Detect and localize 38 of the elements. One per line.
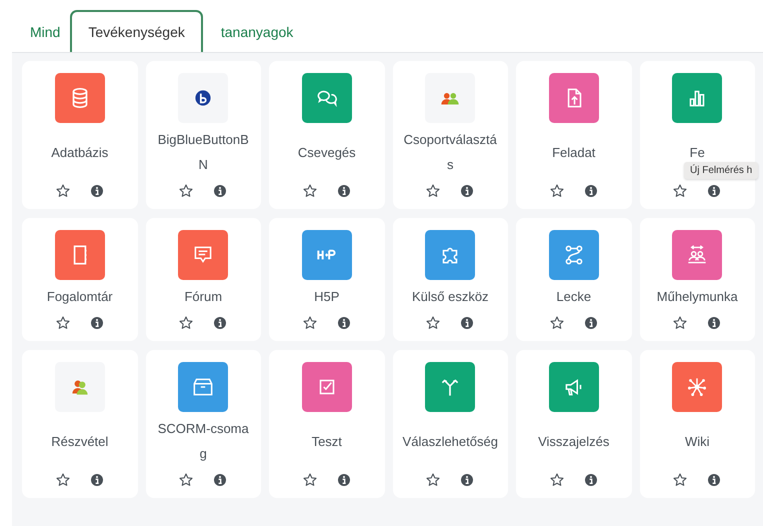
activity-card[interactable]: Feladat [516,61,632,209]
activity-name: Fe [690,144,705,162]
activity-name: Feladat [552,144,596,162]
activity-name: Visszajelzés [538,432,610,451]
activity-card[interactable]: Részvétel [22,350,138,498]
activity-card[interactable]: Wiki [640,350,755,498]
activity-name: Külső eszköz [412,288,489,306]
activity-card[interactable]: Adatbázis [22,61,138,209]
tooltip: Új Felmérés h [684,162,758,179]
activity-card[interactable]: Fórum [146,218,261,341]
activity-card[interactable]: Csevegés [269,61,384,209]
activity-name: Fogalomtár [46,288,113,306]
activity-name: BigBlueButtonBN [156,131,250,174]
activity-name: Részvétel [51,432,108,450]
activity-card[interactable]: Fogalomtár [22,218,138,341]
activity-name: Csevegés [298,144,356,162]
activity-name: Adatbázis [51,144,108,162]
tab[interactable]: Mind [20,10,70,52]
activity-card[interactable]: BigBlueButtonBN [146,61,261,209]
activity-name: Lecke [556,288,592,306]
activity-card[interactable]: SCORM-csomag [146,350,261,498]
activity-card[interactable]: Csoportválasztás [392,61,508,209]
activity-name: Teszt [312,432,342,450]
tab[interactable]: tananyagok [202,10,312,52]
activity-name: H5P [314,288,340,306]
activity-name: Fórum [184,288,222,306]
activity-card[interactable]: H5P [269,218,384,341]
activity-card[interactable]: Lecke [516,218,632,341]
activity-name: Műhelymunka [656,288,738,306]
activity-card[interactable]: Válaszlehetőség [392,350,508,498]
activity-name: Csoportválasztás [402,131,498,174]
activity-name: Wiki [684,432,710,450]
activity-card[interactable]: Teszt [269,350,384,498]
activity-card[interactable]: Műhelymunka [640,218,755,341]
activity-name: SCORM-csomag [156,420,250,463]
activity-card[interactable]: Külső eszköz [392,218,508,341]
activity-card[interactable]: Visszajelzés [516,350,632,498]
activity-name: Válaszlehetőség [402,432,498,451]
